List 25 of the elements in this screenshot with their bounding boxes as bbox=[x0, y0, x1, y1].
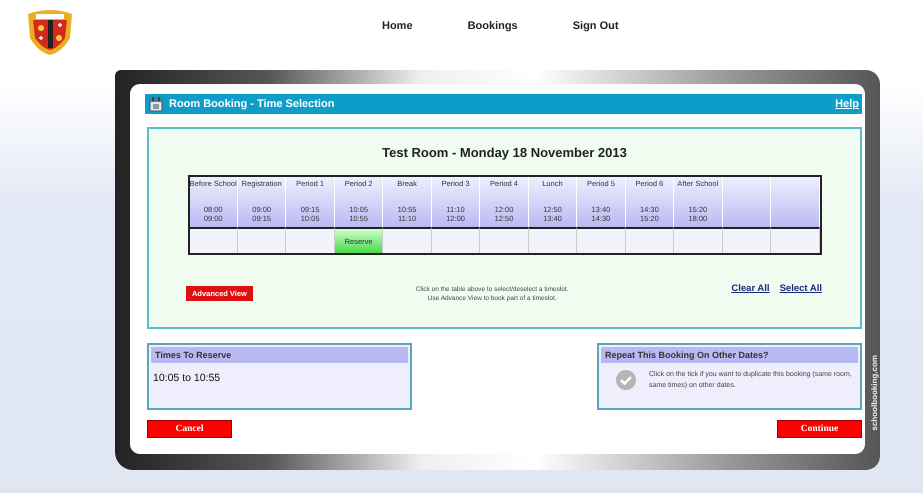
tick-checkbox[interactable] bbox=[615, 369, 637, 391]
slot-cell[interactable] bbox=[238, 227, 286, 253]
slot-cell[interactable] bbox=[528, 227, 578, 253]
slot-cell[interactable] bbox=[432, 227, 480, 253]
nav-link[interactable]: Sign Out bbox=[572, 20, 619, 32]
slot-cell[interactable] bbox=[383, 227, 432, 253]
slot-cell[interactable] bbox=[674, 227, 723, 253]
select-all-link[interactable]: Select All bbox=[780, 283, 822, 294]
nav-link[interactable]: Bookings bbox=[468, 20, 518, 32]
slot-cell[interactable] bbox=[480, 227, 529, 253]
times-value: 10:05 to 10:55 bbox=[153, 372, 222, 384]
clear-all-link[interactable]: Clear All bbox=[731, 283, 770, 294]
nav-link[interactable]: Home bbox=[382, 20, 413, 32]
site-label: schoolbooking.com bbox=[870, 355, 879, 431]
calendar-icon bbox=[149, 96, 163, 112]
times-header: Times To Reserve bbox=[151, 347, 408, 363]
repeat-header: Repeat This Booking On Other Dates? bbox=[601, 347, 858, 363]
slot-cell[interactable] bbox=[190, 227, 238, 253]
continue-button[interactable]: Continue bbox=[777, 420, 862, 438]
slot-cell[interactable] bbox=[577, 227, 626, 253]
cancel-button[interactable]: Cancel bbox=[147, 420, 232, 438]
slot-cell[interactable] bbox=[286, 227, 335, 253]
room-title: Test Room - Monday 18 November 2013 bbox=[381, 145, 628, 160]
panel-title: Room Booking - Time Selection bbox=[169, 98, 336, 110]
slot-cell[interactable] bbox=[626, 227, 674, 253]
